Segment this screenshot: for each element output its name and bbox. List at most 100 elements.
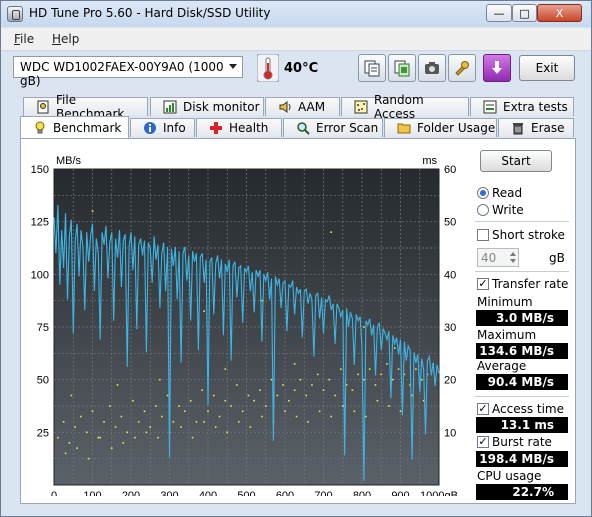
drive-select-value: WDC WD1002FAEX-00Y9A0 (1000 gB) bbox=[20, 60, 224, 88]
maximize-icon: □ bbox=[519, 6, 530, 20]
x-tick-label: 300 bbox=[160, 490, 178, 496]
access-time-point bbox=[415, 368, 417, 370]
tab-benchmark[interactable]: Benchmark bbox=[20, 116, 129, 138]
access-time-point bbox=[288, 399, 290, 402]
short-stroke-checkbox[interactable] bbox=[477, 229, 489, 241]
short-stroke-spinner[interactable]: 40 bbox=[477, 248, 519, 267]
screenshot-button[interactable] bbox=[418, 54, 446, 82]
access-time-point bbox=[134, 436, 136, 439]
burst-rate-label: Burst rate bbox=[492, 435, 552, 449]
cpu-usage-label: CPU usage bbox=[477, 469, 542, 483]
tab-extra-tests[interactable]: Extra tests bbox=[470, 97, 574, 116]
window-title: HD Tune Pro 5.60 - Hard Disk/SSD Utility bbox=[29, 6, 271, 20]
access-time-point bbox=[284, 410, 286, 413]
maximize-button[interactable]: □ bbox=[512, 4, 537, 22]
menu-bar: File Help bbox=[1, 28, 591, 51]
burst-rate-value: 198.4 MB/s bbox=[476, 451, 568, 467]
transfer-rate-checkbox[interactable]: ✓ bbox=[477, 278, 489, 290]
access-time-point bbox=[247, 394, 250, 397]
access-time-point bbox=[74, 426, 76, 428]
y-left-tick-label: 75 bbox=[37, 322, 49, 334]
tab-error-scan[interactable]: Error Scan bbox=[283, 118, 383, 137]
close-icon: X bbox=[555, 6, 564, 20]
options-button[interactable] bbox=[448, 54, 476, 82]
access-time-value: 13.1 ms bbox=[476, 417, 568, 433]
access-time-point bbox=[230, 405, 232, 407]
y-left-tick-label: 100 bbox=[31, 269, 49, 281]
access-time-point bbox=[122, 442, 125, 444]
burst-rate-checkbox[interactable]: ✓ bbox=[477, 436, 489, 448]
tab-health[interactable]: Health bbox=[196, 118, 282, 137]
title-bar[interactable]: HD Tune Pro 5.60 - Hard Disk/SSD Utility… bbox=[1, 1, 591, 27]
x-tick-label: 500 bbox=[237, 490, 255, 496]
access-time-point bbox=[143, 410, 146, 413]
access-time-point bbox=[178, 405, 180, 407]
access-time-point bbox=[330, 231, 332, 233]
access-time-point bbox=[328, 378, 331, 381]
save-button[interactable] bbox=[483, 54, 511, 82]
tab-random-access[interactable]: Random Access bbox=[341, 93, 469, 121]
access-time-point bbox=[172, 421, 175, 423]
menu-file[interactable]: File bbox=[14, 32, 34, 46]
tab-info[interactable]: Info bbox=[130, 118, 195, 137]
info-icon bbox=[144, 122, 156, 134]
access-time-point bbox=[70, 394, 73, 397]
chevron-down-icon bbox=[229, 64, 237, 69]
access-time-label: Access time bbox=[492, 402, 565, 416]
tab-aam[interactable]: AAM bbox=[265, 97, 340, 116]
access-time-point bbox=[195, 421, 198, 423]
divider bbox=[475, 396, 569, 397]
access-time-point bbox=[132, 399, 134, 402]
access-time-checkbox[interactable]: ✓ bbox=[477, 403, 489, 415]
access-time-point bbox=[399, 410, 402, 413]
access-time-point bbox=[264, 405, 267, 407]
spinner-up-icon[interactable] bbox=[510, 252, 516, 256]
copy-screenshot-button[interactable] bbox=[388, 54, 416, 82]
access-time-point bbox=[276, 394, 279, 397]
access-time-point bbox=[99, 436, 101, 439]
access-time-point bbox=[80, 415, 82, 418]
y-right-tick-label: 50 bbox=[444, 217, 456, 229]
read-radio[interactable] bbox=[477, 187, 489, 199]
access-time-point bbox=[261, 415, 263, 418]
access-time-point bbox=[351, 389, 354, 391]
download-icon bbox=[492, 61, 502, 74]
access-time-point bbox=[189, 399, 192, 402]
tab-folder-usage[interactable]: Folder Usage bbox=[384, 118, 497, 137]
tab-erase[interactable]: Erase bbox=[498, 118, 574, 137]
access-time-point bbox=[116, 384, 119, 386]
access-time-point bbox=[307, 421, 309, 423]
access-time-point bbox=[57, 436, 59, 439]
access-time-point bbox=[305, 394, 307, 397]
copy-text-button[interactable] bbox=[358, 54, 386, 82]
y-right-tick-label: 10 bbox=[444, 427, 456, 439]
spinner-down-icon[interactable] bbox=[510, 259, 516, 263]
y-right-tick-label: 20 bbox=[444, 375, 456, 387]
access-time-point bbox=[316, 373, 319, 376]
access-time-point bbox=[311, 384, 313, 386]
write-radio[interactable] bbox=[477, 204, 489, 216]
menu-help[interactable]: Help bbox=[52, 32, 79, 46]
access-time-point bbox=[322, 389, 325, 391]
random-access-icon bbox=[354, 100, 368, 114]
x-tick-label: 1000gB bbox=[420, 490, 458, 496]
extra-tests-icon bbox=[483, 100, 497, 114]
divider bbox=[475, 221, 569, 222]
exit-button[interactable]: Exit bbox=[519, 55, 575, 81]
access-time-point bbox=[145, 431, 148, 434]
access-time-point bbox=[341, 405, 344, 407]
minimize-button[interactable]: — bbox=[486, 4, 512, 22]
drive-select[interactable]: WDC WD1002FAEX-00Y9A0 (1000 gB) bbox=[13, 56, 243, 88]
access-time-point bbox=[85, 431, 88, 434]
access-time-point bbox=[103, 421, 105, 423]
close-button[interactable]: X bbox=[537, 4, 582, 22]
tab-disk-monitor[interactable]: Disk monitor bbox=[150, 97, 264, 116]
short-stroke-unit: gB bbox=[549, 251, 565, 265]
tab-file-benchmark[interactable]: File Benchmark bbox=[23, 93, 148, 121]
y-left-tick-label: 25 bbox=[37, 427, 49, 439]
access-time-point bbox=[357, 373, 359, 376]
start-button[interactable]: Start bbox=[480, 150, 552, 172]
access-time-point bbox=[374, 384, 377, 386]
access-time-point bbox=[318, 410, 321, 413]
app-window: HD Tune Pro 5.60 - Hard Disk/SSD Utility… bbox=[0, 0, 592, 517]
